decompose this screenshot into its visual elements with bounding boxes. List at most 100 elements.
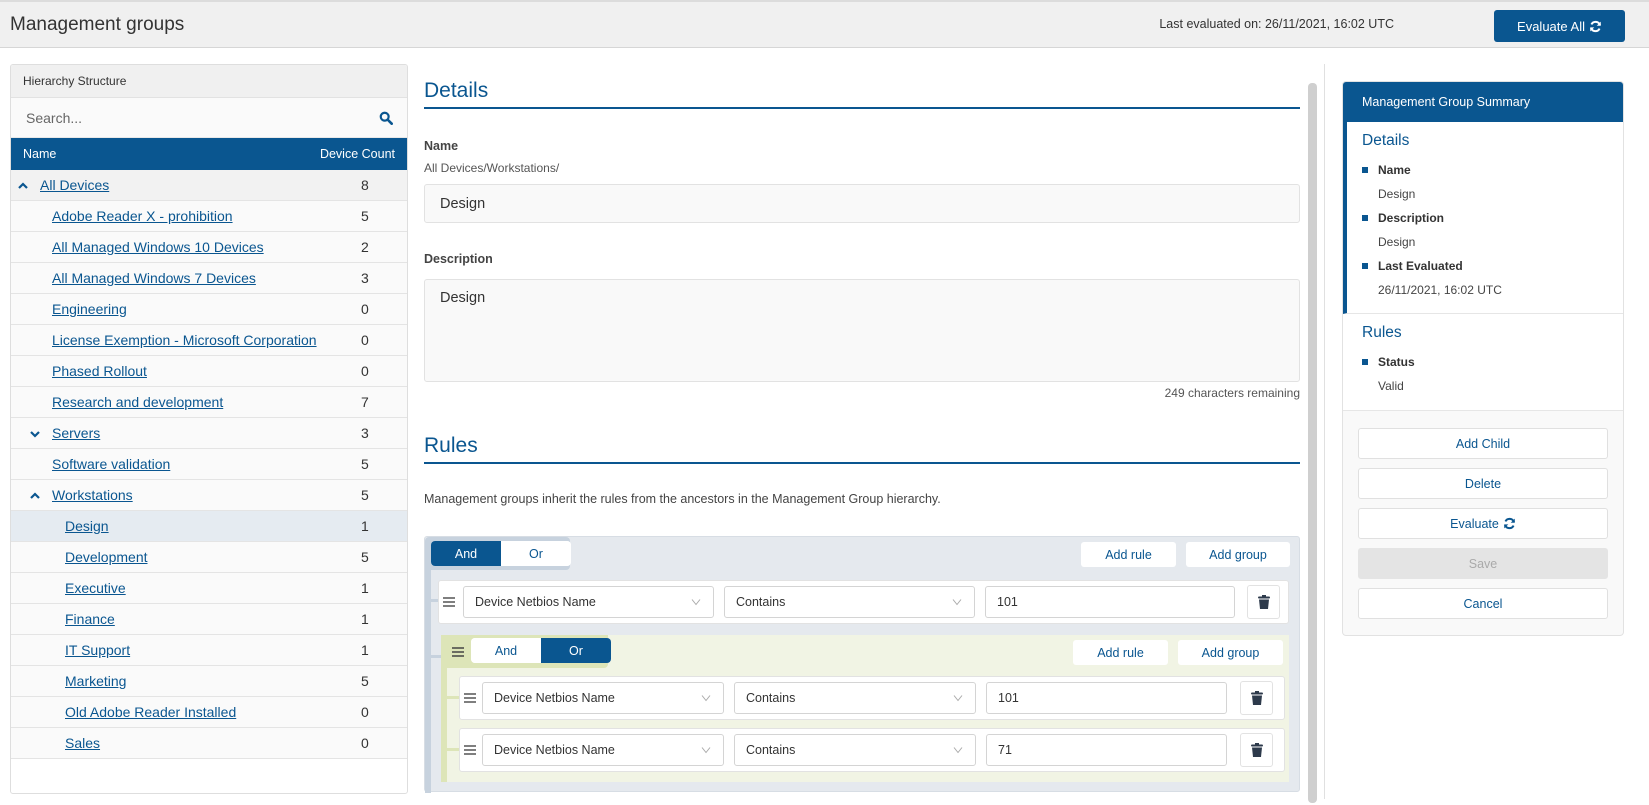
tree-row[interactable]: Engineering 0	[11, 294, 407, 325]
root-or-button[interactable]: Or	[501, 541, 571, 566]
tree-row[interactable]: Design 1	[11, 511, 407, 542]
rule-operator-value: Contains	[746, 743, 796, 757]
tree-item-link[interactable]: All Devices	[40, 177, 109, 193]
delete-button[interactable]: Delete	[1358, 468, 1608, 499]
evaluate-button[interactable]: Evaluate	[1358, 508, 1608, 539]
tree-row[interactable]: All Managed Windows 7 Devices 3	[11, 263, 407, 294]
rule-operator-select[interactable]: Contains	[724, 586, 975, 618]
tree-row[interactable]: IT Support 1	[11, 635, 407, 666]
tree-item-link[interactable]: IT Support	[65, 642, 130, 658]
tree-item-link[interactable]: All Managed Windows 10 Devices	[52, 239, 264, 255]
nested-and-button[interactable]: And	[471, 638, 541, 663]
name-input[interactable]	[424, 184, 1300, 223]
hierarchy-table-header: Name Device Count	[11, 138, 407, 170]
delete-rule-button[interactable]	[1240, 681, 1273, 715]
tree-row[interactable]: Research and development 7	[11, 387, 407, 418]
summary-key-label: Name	[1378, 163, 1411, 177]
rule-field-select[interactable]: Device Netbios Name	[482, 734, 724, 766]
rule-operator-select[interactable]: Contains	[734, 734, 976, 766]
tree-item-link[interactable]: Old Adobe Reader Installed	[65, 704, 236, 720]
tree-row[interactable]: All Devices 8	[11, 170, 407, 201]
hierarchy-panel: Hierarchy Structure Name Device Count Al…	[10, 64, 408, 794]
tree-row[interactable]: Old Adobe Reader Installed 0	[11, 697, 407, 728]
content-scrollbar[interactable]	[1308, 83, 1317, 803]
nested-or-button[interactable]: Or	[541, 638, 611, 663]
tree-row[interactable]: License Exemption - Microsoft Corporatio…	[11, 325, 407, 356]
tree-item-link[interactable]: Research and development	[52, 394, 223, 410]
tree-row[interactable]: Executive 1	[11, 573, 407, 604]
tree-item-link[interactable]: Software validation	[52, 456, 170, 472]
tree-row[interactable]: Software validation 5	[11, 449, 407, 480]
device-count: 5	[361, 487, 369, 503]
tree-row[interactable]: Marketing 5	[11, 666, 407, 697]
nested-add-rule-button[interactable]: Add rule	[1073, 640, 1168, 665]
evaluate-label: Evaluate	[1450, 516, 1499, 531]
trash-icon	[1250, 743, 1263, 757]
rule-field-select[interactable]: Device Netbios Name	[463, 586, 714, 618]
tree-row[interactable]: Workstations 5	[11, 480, 407, 511]
chevron-down-icon	[953, 747, 963, 754]
nested-add-group-button[interactable]: Add group	[1178, 640, 1283, 665]
root-add-group-button[interactable]: Add group	[1186, 542, 1290, 567]
drag-handle-icon[interactable]	[452, 647, 464, 657]
tree-item-link[interactable]: Workstations	[52, 487, 133, 503]
tree-item-link[interactable]: Development	[65, 549, 148, 565]
query-builder-root-group: And Or Add rule Add group Device Netbios…	[424, 536, 1300, 793]
rule-value-input[interactable]	[986, 734, 1227, 766]
search-input[interactable]	[11, 98, 407, 137]
root-add-rule-button[interactable]: Add rule	[1081, 542, 1176, 567]
last-evaluated-text: Last evaluated on: 26/11/2021, 16:02 UTC	[1159, 17, 1394, 31]
rules-note: Management groups inherit the rules from…	[424, 492, 941, 506]
cancel-button[interactable]: Cancel	[1358, 588, 1608, 619]
tree-item-link[interactable]: Executive	[65, 580, 126, 596]
description-textarea[interactable]: Design	[424, 279, 1300, 382]
rule-operator-value: Contains	[736, 595, 786, 609]
chevron-down-icon	[701, 747, 711, 754]
drag-handle-icon[interactable]	[464, 693, 476, 703]
delete-rule-button[interactable]	[1247, 585, 1280, 619]
save-button[interactable]: Save	[1358, 548, 1608, 579]
device-count: 1	[361, 580, 369, 596]
tree-row[interactable]: Phased Rollout 0	[11, 356, 407, 387]
tree-row[interactable]: Servers 3	[11, 418, 407, 449]
tree-row[interactable]: Finance 1	[11, 604, 407, 635]
root-and-button[interactable]: And	[431, 541, 501, 566]
chevron-up-icon[interactable]	[17, 180, 29, 192]
tree-item-link[interactable]: Sales	[65, 735, 100, 751]
tree-row[interactable]: All Managed Windows 10 Devices 2	[11, 232, 407, 263]
tree-item-link[interactable]: Design	[65, 518, 109, 534]
rule-value-input[interactable]	[986, 682, 1227, 714]
rules-section-title: Rules	[424, 434, 1300, 464]
refresh-icon	[1503, 517, 1515, 530]
tree-item-link[interactable]: License Exemption - Microsoft Corporatio…	[52, 332, 317, 348]
device-count: 1	[361, 642, 369, 658]
drag-handle-icon[interactable]	[443, 597, 455, 607]
search-icon[interactable]	[379, 111, 393, 125]
panel-divider	[1324, 64, 1325, 799]
column-header-name[interactable]: Name	[23, 147, 56, 161]
column-header-device-count[interactable]: Device Count	[320, 147, 395, 161]
refresh-icon	[1590, 20, 1601, 32]
tree-item-link[interactable]: Servers	[52, 425, 100, 441]
tree-item-link[interactable]: Marketing	[65, 673, 126, 689]
drag-handle-icon[interactable]	[464, 745, 476, 755]
tree-row[interactable]: Adobe Reader X - prohibition 5	[11, 201, 407, 232]
tree-row[interactable]: Development 5	[11, 542, 407, 573]
rule-value-input[interactable]	[985, 586, 1235, 618]
device-count: 5	[361, 549, 369, 565]
chevron-down-icon[interactable]	[29, 428, 41, 440]
tree-row[interactable]: Sales 0	[11, 728, 407, 759]
rule-field-select[interactable]: Device Netbios Name	[482, 682, 724, 714]
add-child-button[interactable]: Add Child	[1358, 428, 1608, 459]
tree-item-link[interactable]: Finance	[65, 611, 115, 627]
chevron-down-icon	[952, 599, 962, 606]
evaluate-all-button[interactable]: Evaluate All	[1494, 10, 1625, 42]
tree-item-link[interactable]: Engineering	[52, 301, 127, 317]
tree-item-link[interactable]: Adobe Reader X - prohibition	[52, 208, 233, 224]
chevron-up-icon[interactable]	[29, 490, 41, 502]
trash-icon	[1250, 691, 1263, 705]
tree-item-link[interactable]: All Managed Windows 7 Devices	[52, 270, 256, 286]
rule-operator-select[interactable]: Contains	[734, 682, 976, 714]
tree-item-link[interactable]: Phased Rollout	[52, 363, 147, 379]
delete-rule-button[interactable]	[1240, 733, 1273, 767]
